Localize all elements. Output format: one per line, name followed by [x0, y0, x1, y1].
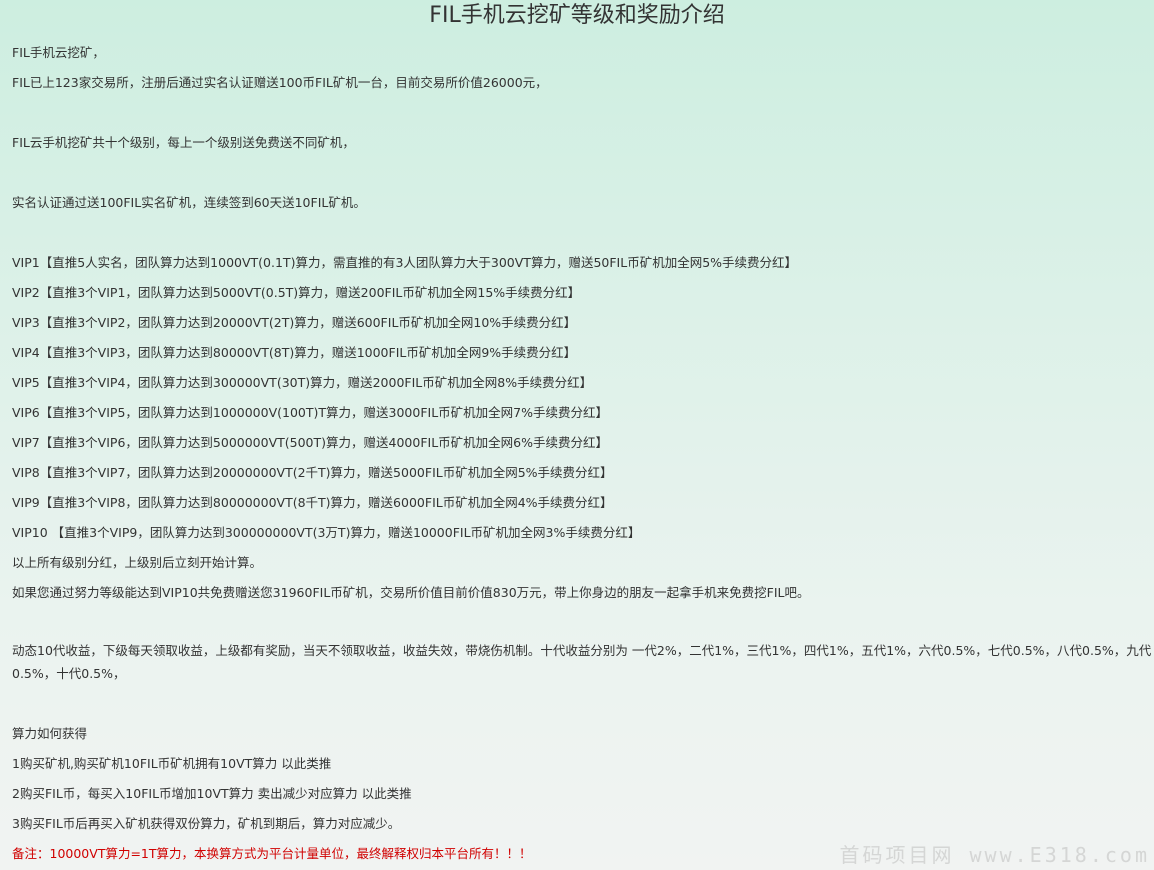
vip-level-9: VIP9【直推3个VIP8，团队算力达到80000000VT(8千T)算力，赠送…: [12, 495, 613, 510]
article-body: FIL手机云挖矿， FIL已上123家交易所，注册后通过实名认证赠送100币FI…: [12, 38, 1152, 869]
vip-level-6: VIP6【直推3个VIP5，团队算力达到1000000V(100T)T算力，赠送…: [12, 405, 608, 420]
hashrate-heading: 算力如何获得: [12, 726, 88, 741]
hashrate-item-2: 2购买FIL币，每买入10FIL币增加10VT算力 卖出减少对应算力 以此类推: [12, 786, 412, 801]
page-title: FIL手机云挖矿等级和奖励介绍: [429, 3, 725, 28]
summary-line-1: 以上所有级别分红，上级别后立刻开始计算。: [12, 555, 263, 570]
vip-level-4: VIP4【直推3个VIP3，团队算力达到80000VT(8T)算力，赠送1000…: [12, 345, 577, 360]
vip-level-5: VIP5【直推3个VIP4，团队算力达到300000VT(30T)算力，赠送20…: [12, 375, 593, 390]
vip-level-3: VIP3【直推3个VIP2，团队算力达到20000VT(2T)算力，赠送600F…: [12, 315, 577, 330]
vip-level-1: VIP1【直推5人实名，团队算力达到1000VT(0.1T)算力，需直推的有3人…: [12, 255, 798, 270]
vip-level-10: VIP10 【直推3个VIP9，团队算力达到300000000VT(3万T)算力…: [12, 525, 641, 540]
watermark: 首码项目网 www.E318.com: [839, 843, 1150, 867]
signin-reward: 实名认证通过送100FIL实名矿机，连续签到60天送10FIL矿机。: [12, 195, 366, 210]
intro-line-1: FIL手机云挖矿，: [12, 45, 105, 60]
dynamic-rewards: 动态10代收益，下级每天领取收益，上级都有奖励，当天不领取收益，收益失效，带烧伤…: [12, 643, 1152, 681]
vip-level-2: VIP2【直推3个VIP1，团队算力达到5000VT(0.5T)算力，赠送200…: [12, 285, 581, 300]
hashrate-item-3: 3购买FIL币后再买入矿机获得双份算力，矿机到期后，算力对应减少。: [12, 816, 401, 831]
vip-level-7: VIP7【直推3个VIP6，团队算力达到5000000VT(500T)算力，赠送…: [12, 435, 608, 450]
hashrate-item-1: 1购买矿机,购买矿机10FIL币矿机拥有10VT算力 以此类推: [12, 756, 332, 771]
levels-intro: FIL云手机挖矿共十个级别，每上一个级别送免费送不同矿机，: [12, 135, 355, 150]
vip-level-8: VIP8【直推3个VIP7，团队算力达到20000000VT(2千T)算力，赠送…: [12, 465, 613, 480]
summary-line-2: 如果您通过努力等级能达到VIP10共免费赠送您31960FIL币矿机，交易所价值…: [12, 585, 810, 600]
intro-line-2: FIL已上123家交易所，注册后通过实名认证赠送100币FIL矿机一台，目前交易…: [12, 75, 548, 90]
